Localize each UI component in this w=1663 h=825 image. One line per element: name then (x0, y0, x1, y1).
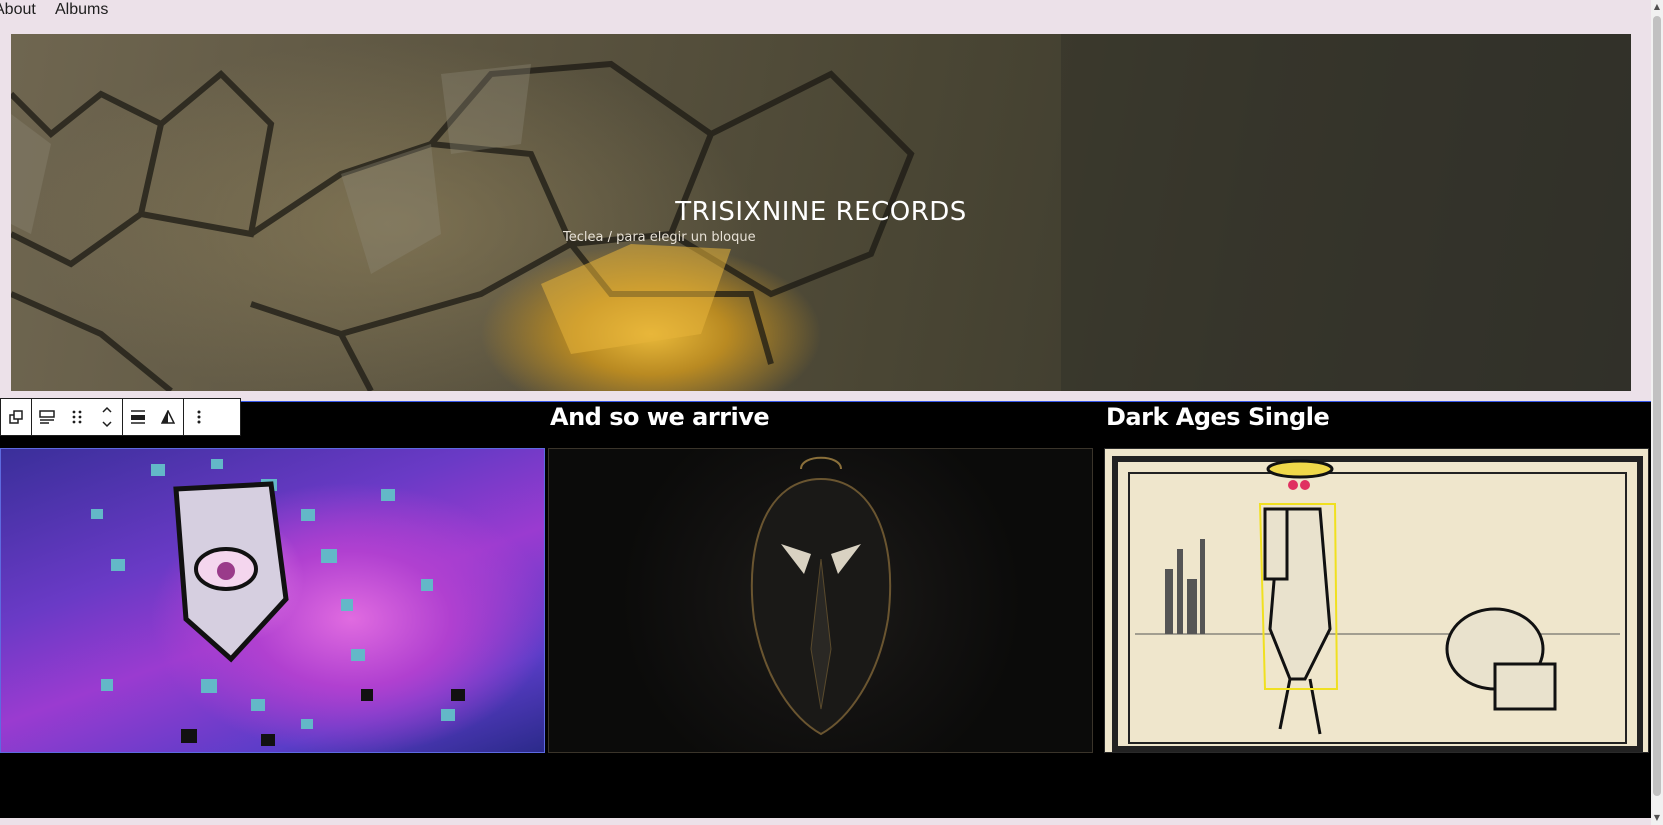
album-title[interactable]: Dark Ages Single (1106, 403, 1330, 431)
more-options-icon[interactable] (184, 399, 214, 435)
block-placeholder-hint[interactable]: Teclea / para elegir un bloque (563, 230, 756, 245)
albums-columns[interactable]: i (0, 401, 1651, 818)
page-scrollbar[interactable]: ▲ ▼ (1651, 0, 1663, 825)
album-cover-image[interactable] (1104, 448, 1649, 753)
toolbar-group (123, 399, 184, 435)
toolbar-group (1, 399, 32, 435)
scroll-up-arrow-icon[interactable]: ▲ (1651, 0, 1663, 14)
hero-title[interactable]: TRISIXNINE RECORDS (11, 197, 1631, 227)
move-up-down-icon[interactable] (92, 399, 122, 435)
top-navigation: About Albums (0, 0, 1650, 26)
align-icon[interactable] (123, 399, 153, 435)
scrollbar-thumb[interactable] (1653, 16, 1661, 796)
album-title[interactable]: And so we arrive (550, 403, 770, 431)
scroll-down-arrow-icon[interactable]: ▼ (1651, 811, 1663, 825)
toolbar-group (32, 399, 123, 435)
nav-link-albums[interactable]: Albums (55, 1, 108, 19)
nav-link-about[interactable]: About (0, 1, 36, 19)
toolbar-group (184, 399, 214, 435)
drag-handle-icon[interactable] (62, 399, 92, 435)
block-toolbar (0, 398, 241, 436)
album-cover-image[interactable] (548, 448, 1093, 753)
hero-cover-block[interactable]: TRISIXNINE RECORDS Teclea / para elegir … (11, 34, 1631, 391)
contrast-icon[interactable] (153, 399, 183, 435)
album-cover-image[interactable] (0, 448, 545, 753)
duplicate-icon[interactable] (1, 399, 31, 435)
block-type-icon[interactable] (32, 399, 62, 435)
